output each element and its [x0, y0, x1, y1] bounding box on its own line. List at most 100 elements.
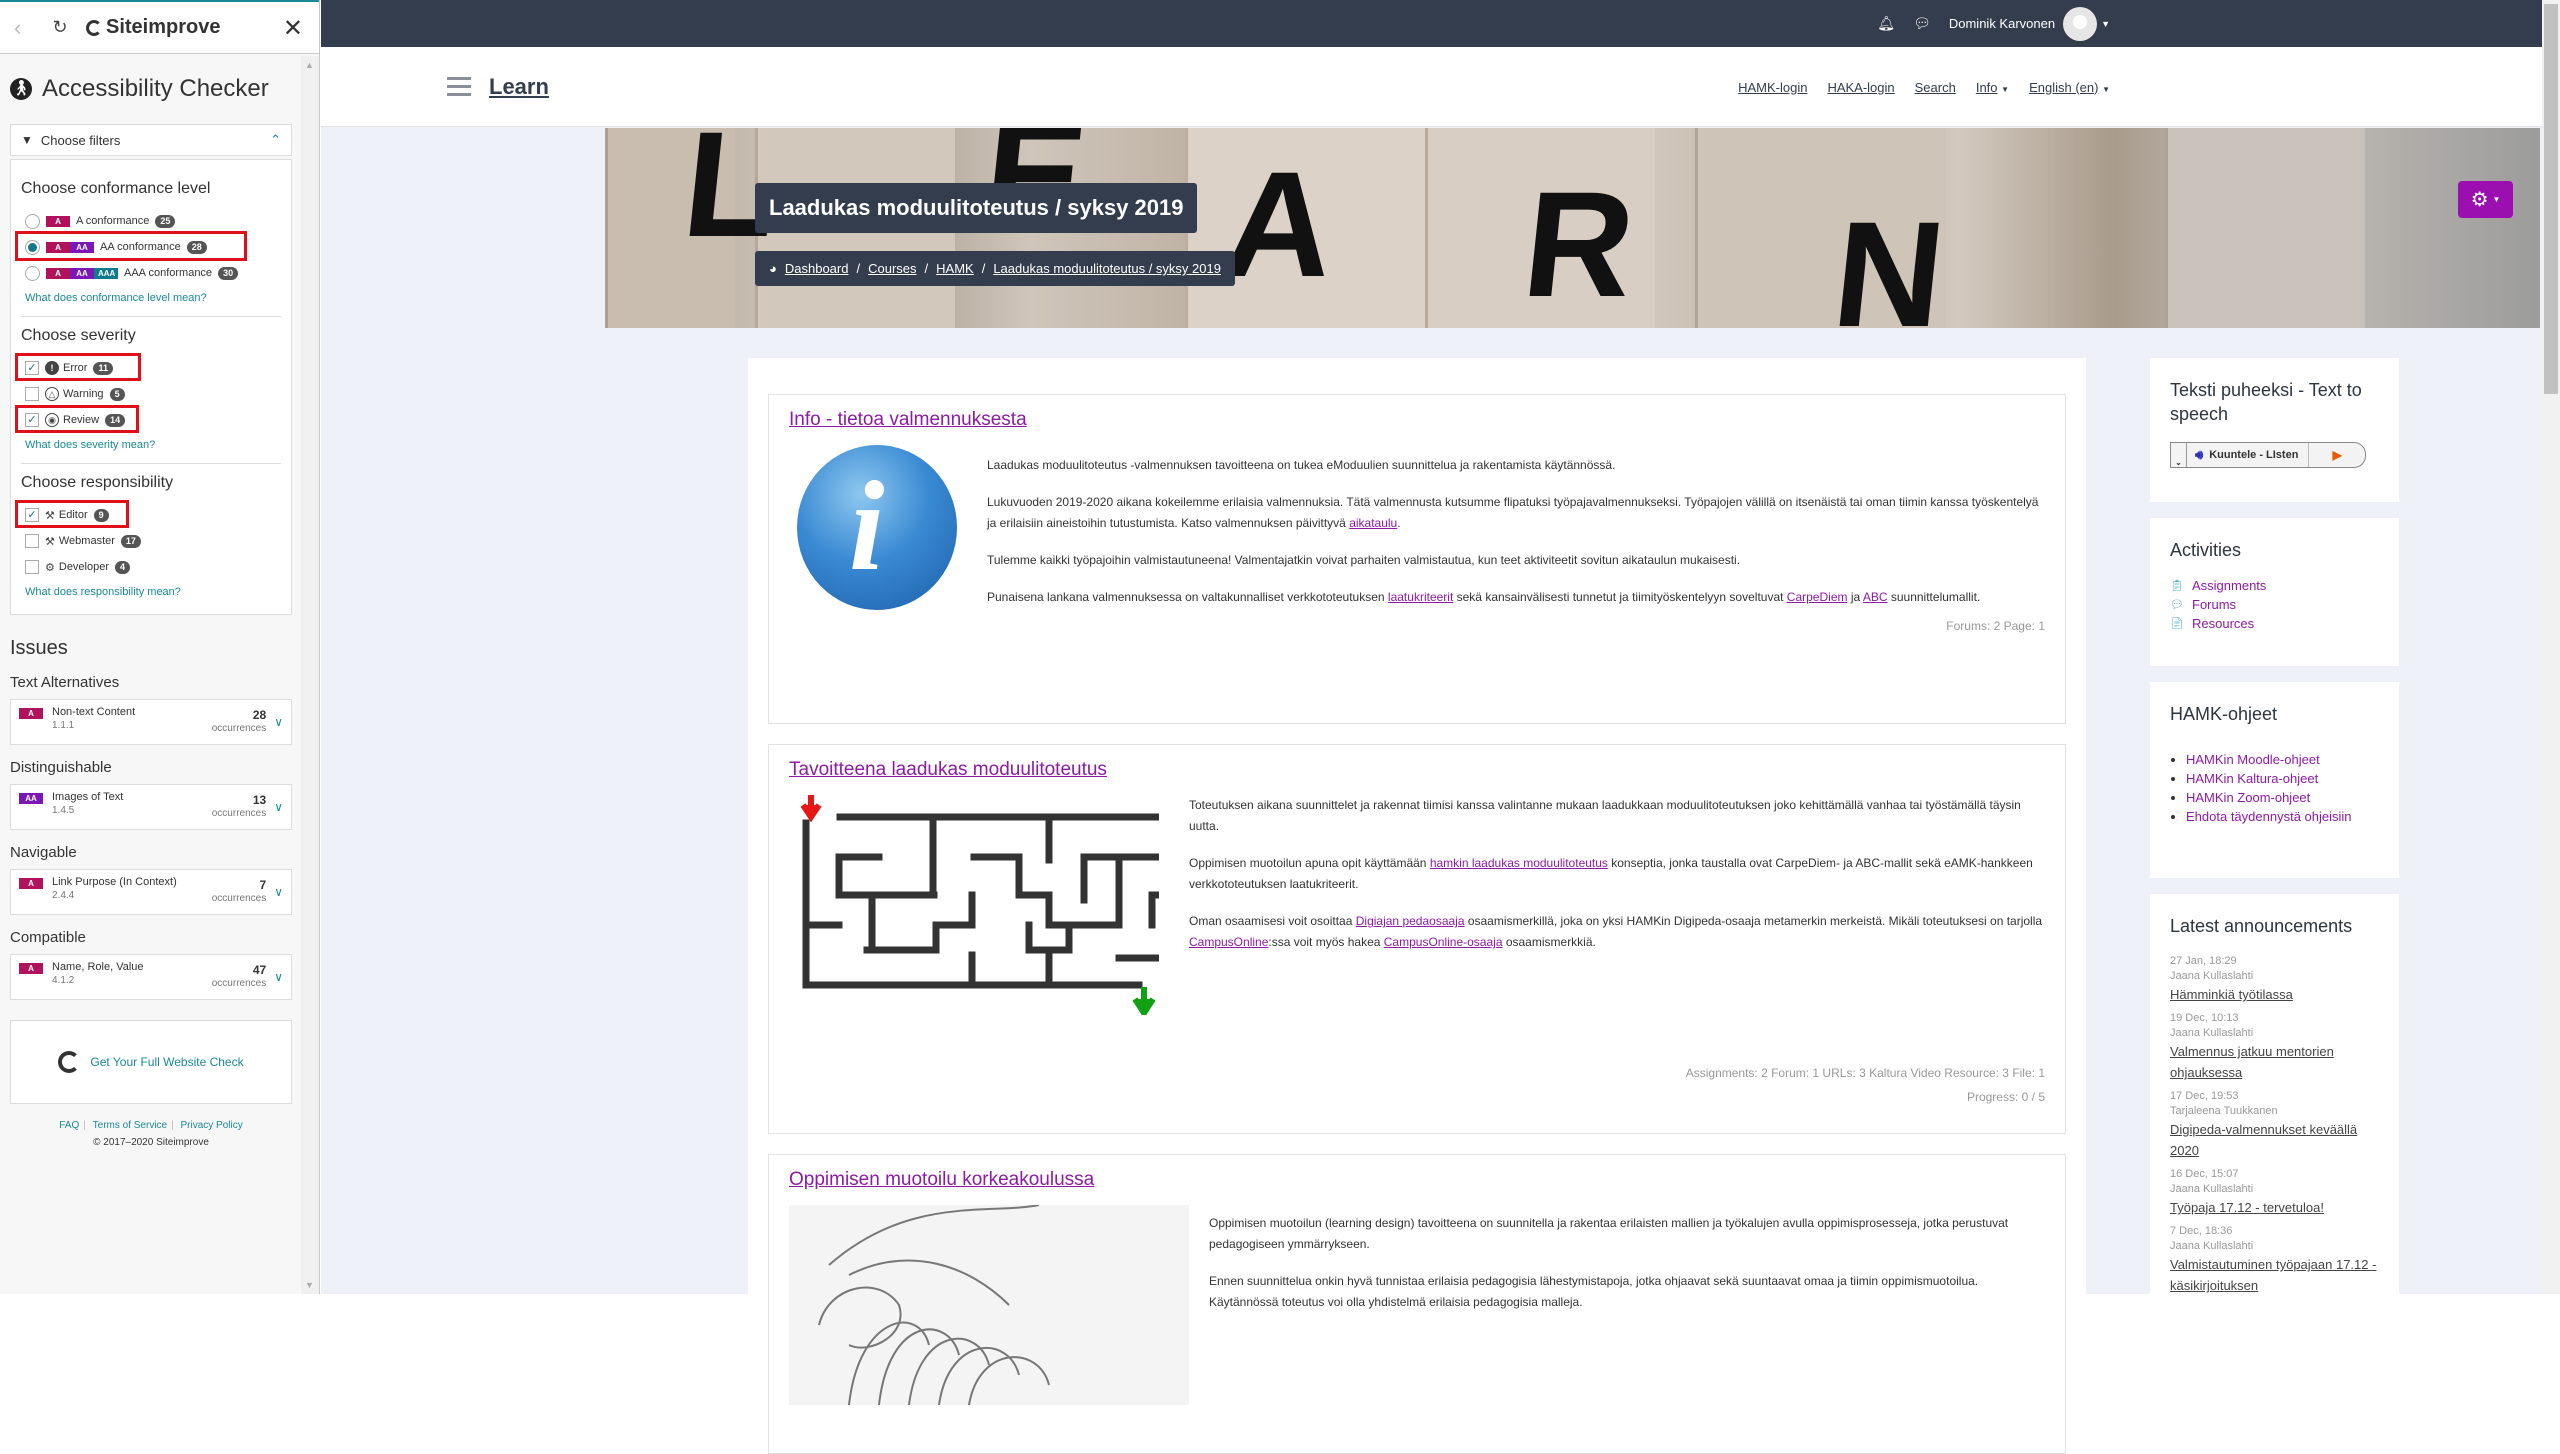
chevron-down-icon[interactable]: ∨ — [274, 715, 283, 729]
search-link[interactable]: Search — [1915, 80, 1956, 95]
inline-link[interactable]: CampusOnline — [1189, 935, 1268, 949]
full-website-check-link[interactable]: Get Your Full Website Check — [90, 1055, 243, 1069]
level-aa-badge: AA — [70, 241, 94, 253]
siteimprove-panel: ‹ ↻ Siteimprove ✕ 🚶︎ Accessibility Check… — [0, 0, 320, 1294]
breadcrumb-course[interactable]: Laadukas moduulitoteutus / syksy 2019 — [993, 261, 1221, 276]
chevron-down-icon[interactable]: ⌄ — [2171, 443, 2187, 467]
conformance-option-aa[interactable]: A AA AA conformance 28 — [15, 231, 281, 261]
radio-button[interactable] — [25, 239, 40, 255]
checkbox[interactable]: ✓ — [25, 413, 39, 427]
breadcrumb-hamk[interactable]: HAMK — [936, 261, 974, 276]
activity-item[interactable]: 💬︎ Forums — [2170, 597, 2379, 612]
terms-link[interactable]: Terms of Service — [93, 1120, 167, 1131]
help-link[interactable]: HAMKin Kaltura-ohjeet — [2186, 771, 2318, 786]
announcement-link[interactable]: Valmennus jatkuu mentorien ohjauksessa — [2170, 1041, 2379, 1083]
listen-button[interactable]: ⌄ 🔊︎ Kuuntele - LIsten ▶ — [2170, 442, 2366, 468]
play-icon[interactable]: ▶ — [2309, 443, 2365, 467]
activity-item[interactable]: 📋︎ Assignments — [2170, 578, 2379, 593]
reload-icon[interactable]: ↻ — [42, 17, 78, 38]
avatar[interactable] — [2063, 6, 2098, 41]
filter-icon: ▼ — [21, 133, 33, 147]
help-link[interactable]: Ehdota täydennystä ohjeisiin — [2186, 809, 2352, 824]
chevron-down-icon[interactable]: ∨ — [274, 800, 283, 814]
site-brand-link[interactable]: Learn — [489, 74, 549, 100]
activity-link[interactable]: Forums — [2192, 597, 2236, 612]
faq-link[interactable]: FAQ — [59, 1120, 79, 1131]
breadcrumb-dashboard[interactable]: Dashboard — [785, 261, 849, 276]
responsibility-option-webmaster[interactable]: ⚒ Webmaster 17 — [21, 528, 281, 554]
info-menu[interactable]: Info ▼ — [1976, 80, 2009, 95]
inline-link[interactable]: CarpeDiem — [1787, 590, 1848, 604]
issue-card[interactable]: A Non-text Content 1.1.1 28 occurrences ∨ — [10, 699, 292, 745]
choose-filters-toggle[interactable]: ▼ Choose filters ⌃ — [10, 124, 292, 156]
chevron-down-icon[interactable]: ∨ — [274, 885, 283, 899]
section-title-link[interactable]: Oppimisen muotoilu korkeakoulussa — [789, 1169, 2045, 1191]
radio-button[interactable] — [25, 265, 40, 281]
announcement-link[interactable]: Hämminkiä työtilassa — [2170, 984, 2379, 1005]
paragraph: Laadukas moduulitoteutus -valmennuksen t… — [987, 455, 2045, 476]
scroll-up-icon[interactable]: ▲ — [305, 60, 314, 70]
issue-card[interactable]: A Name, Role, Value 4.1.2 47 occurrences ∨ — [10, 954, 292, 1000]
inline-link[interactable]: aikataulu — [1349, 516, 1397, 530]
radio-button[interactable] — [25, 213, 40, 229]
level-aaa-badge: AAA — [94, 267, 118, 279]
conformance-option-a[interactable]: A A conformance 25 — [21, 208, 281, 234]
severity-option-warning[interactable]: △ Warning 5 — [21, 381, 281, 407]
close-icon[interactable]: ✕ — [283, 14, 303, 43]
page-scrollbar[interactable] — [2542, 0, 2560, 1294]
scrollbar-thumb[interactable] — [2544, 4, 2558, 394]
conformance-help-link[interactable]: What does conformance level mean? — [25, 292, 281, 304]
checkbox[interactable]: ✓ — [25, 361, 39, 375]
checkbox[interactable] — [25, 534, 39, 548]
messages-icon[interactable]: 💬︎ — [1913, 15, 1931, 32]
announcement-link[interactable]: Digipeda-valmennukset keväällä 2020 — [2170, 1119, 2379, 1161]
issue-code: 1.4.5 — [52, 805, 75, 816]
inline-link[interactable]: Digiajan pedaosaaja — [1356, 914, 1465, 928]
help-link[interactable]: HAMKin Moodle-ohjeet — [2186, 752, 2320, 767]
checkbox[interactable]: ✓ — [25, 508, 39, 522]
inline-link[interactable]: hamkin laadukas moduulitoteutus — [1430, 856, 1608, 870]
inline-link[interactable]: CampusOnline-osaaja — [1384, 935, 1503, 949]
severity-option-review[interactable]: ✓ ◉ Review 14 — [15, 405, 281, 433]
issue-title: Link Purpose (In Context) — [52, 876, 177, 888]
paragraph: Toteutuksen aikana suunnittelet ja raken… — [1189, 795, 2045, 837]
hamburger-menu-icon[interactable] — [447, 77, 471, 96]
conformance-option-aaa[interactable]: A AA AAA AAA conformance 30 — [21, 260, 281, 286]
issue-card[interactable]: AA Images of Text 1.4.5 13 occurrences ∨ — [10, 784, 292, 830]
activity-link[interactable]: Resources — [2192, 616, 2254, 631]
chevron-down-icon[interactable]: ∨ — [274, 970, 283, 984]
responsibility-option-editor[interactable]: ✓ ⚒ Editor 9 — [15, 500, 281, 528]
privacy-link[interactable]: Privacy Policy — [181, 1120, 243, 1131]
announcement-item: 27 Jan, 18:29 Jaana Kullaslahti Hämminkiä … — [2170, 954, 2379, 1005]
activity-item[interactable]: 📄︎ Resources — [2170, 616, 2379, 631]
panel-scrollbar[interactable]: ▲ ▼ — [301, 56, 319, 1294]
section-title-link[interactable]: Tavoitteena laadukas moduulitoteutus — [789, 759, 2045, 781]
scroll-down-icon[interactable]: ▼ — [305, 1280, 314, 1290]
language-menu[interactable]: English (en) ▼ — [2029, 80, 2110, 95]
checkbox[interactable] — [25, 560, 39, 574]
checkbox[interactable] — [25, 387, 39, 401]
user-name[interactable]: Dominik Karvonen — [1949, 16, 2055, 31]
severity-help-link[interactable]: What does severity mean? — [25, 439, 281, 451]
breadcrumb-courses[interactable]: Courses — [868, 261, 916, 276]
paragraph: Oppimisen muotoilun apuna opit käyttämää… — [1189, 853, 2045, 895]
caret-down-icon[interactable]: ▼ — [2101, 19, 2110, 29]
filters-panel: Choose conformance level AA conformance 2… — [10, 159, 292, 615]
inline-link[interactable]: laatukriteerit — [1388, 590, 1453, 604]
section-title-link[interactable]: Info - tietoa valmennuksesta — [789, 409, 2045, 431]
inline-link[interactable]: ABC — [1863, 590, 1888, 604]
severity-option-error[interactable]: ✓! Error 11 — [15, 353, 281, 381]
hamk-login-link[interactable]: HAMK-login — [1738, 80, 1807, 95]
back-icon[interactable]: ‹ — [14, 15, 42, 41]
issue-card[interactable]: A Link Purpose (In Context) 2.4.4 7 occurren… — [10, 869, 292, 915]
help-link[interactable]: HAMKin Zoom-ohjeet — [2186, 790, 2310, 805]
activity-link[interactable]: Assignments — [2192, 578, 2266, 593]
responsibility-help-link[interactable]: What does responsibility mean? — [25, 586, 281, 598]
announcement-link[interactable]: Työpaja 17.12 - tervetuloa! — [2170, 1197, 2379, 1218]
responsibility-option-developer[interactable]: ⚙ Developer 4 — [21, 554, 281, 580]
haka-login-link[interactable]: HAKA-login — [1827, 80, 1894, 95]
chevron-up-icon: ⌃ — [270, 132, 281, 147]
course-settings-button[interactable]: ⚙ ▼ — [2458, 181, 2513, 218]
announcement-link[interactable]: Valmistautuminen työpajaan 17.12 - käsik… — [2170, 1254, 2379, 1296]
notification-bell-icon[interactable]: 🔔︎ — [1877, 15, 1895, 32]
